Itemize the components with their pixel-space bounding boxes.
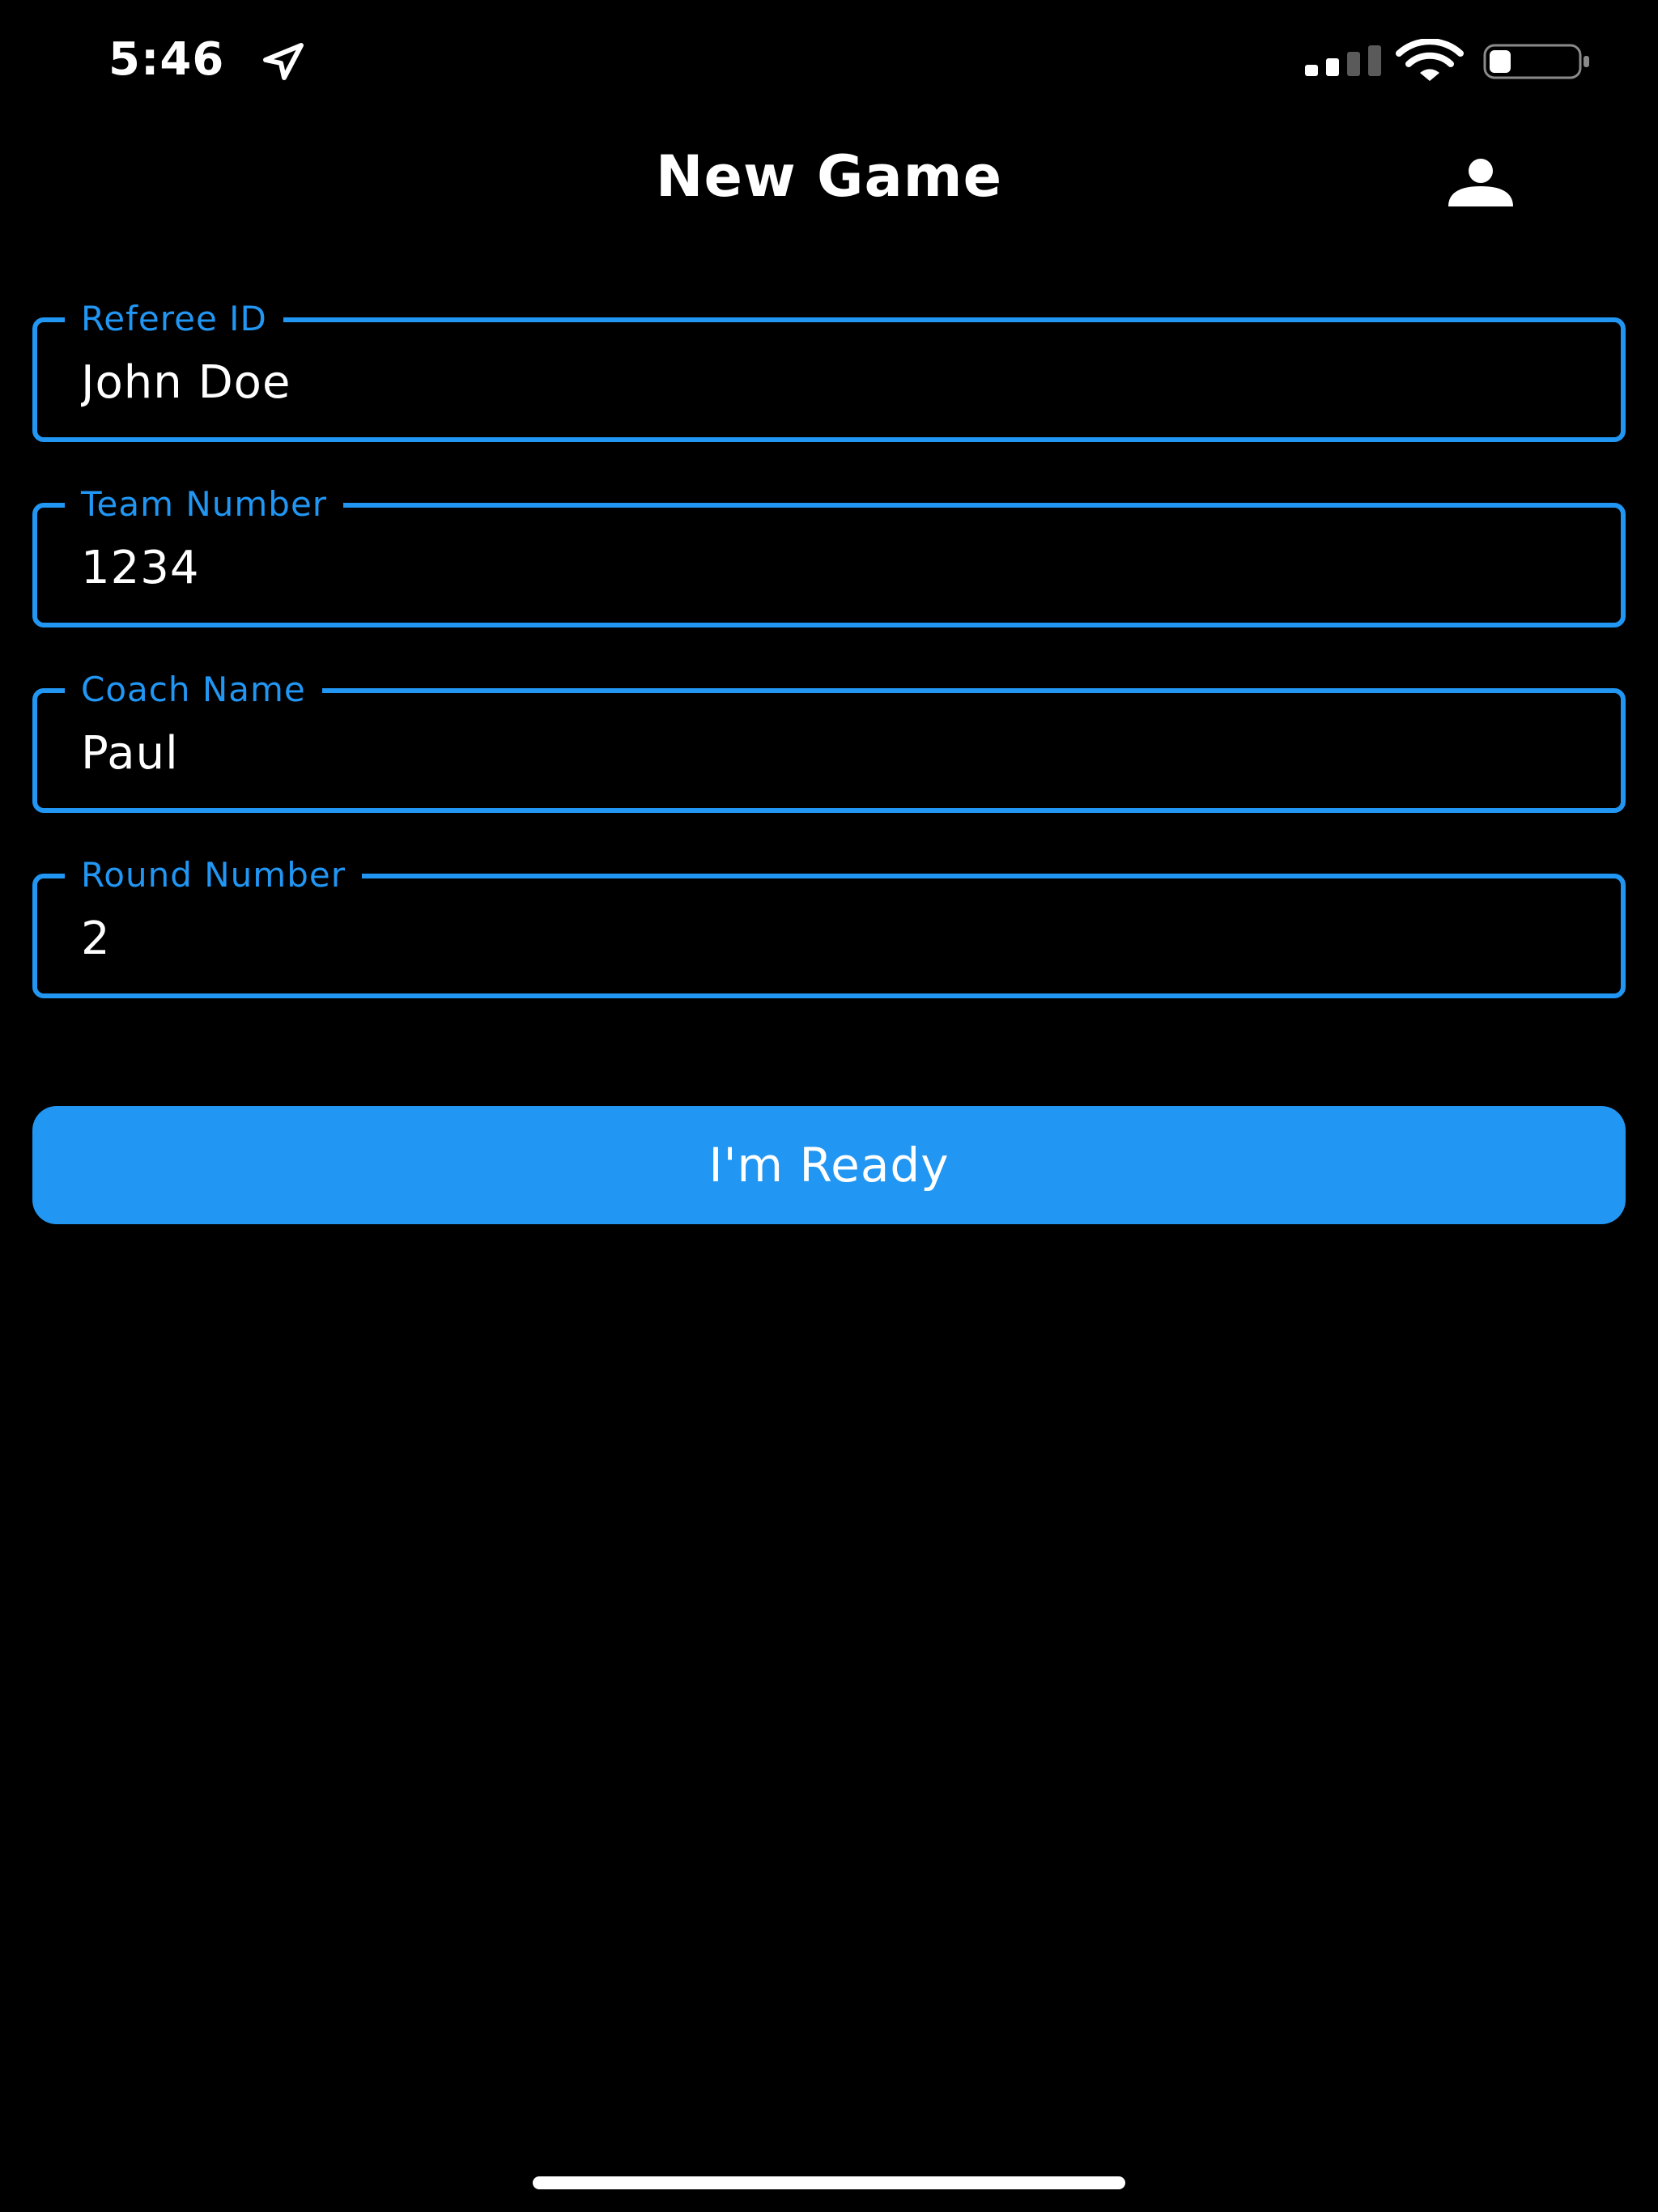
person-icon [1448,159,1513,206]
profile-button[interactable] [1436,146,1525,219]
referee-id-label: Referee ID [65,300,283,338]
team-number-input[interactable] [81,534,1587,602]
page-title: New Game [655,143,1003,210]
ready-button-label: I'm Ready [708,1138,950,1193]
round-number-field: Round Number [32,856,1626,998]
home-indicator[interactable] [533,2176,1125,2189]
team-number-label: Team Number [65,485,344,524]
coach-name-label: Coach Name [65,670,322,709]
new-game-form: Referee ID Team Number Coach Name Round … [32,300,1626,1041]
round-number-input[interactable] [81,904,1587,972]
ready-button[interactable]: I'm Ready [32,1106,1626,1224]
round-number-label: Round Number [65,856,362,895]
battery-icon [1483,44,1589,79]
status-time: 5:46 [108,33,225,86]
coach-name-input[interactable] [81,719,1587,787]
referee-id-field: Referee ID [32,300,1626,442]
wifi-icon [1396,39,1464,81]
cellular-signal-icon [1305,45,1381,76]
status-bar: 5:46 [0,0,1658,121]
location-arrow-icon [263,43,304,80]
coach-name-field: Coach Name [32,670,1626,813]
referee-id-input[interactable] [81,348,1587,416]
team-number-field: Team Number [32,485,1626,627]
